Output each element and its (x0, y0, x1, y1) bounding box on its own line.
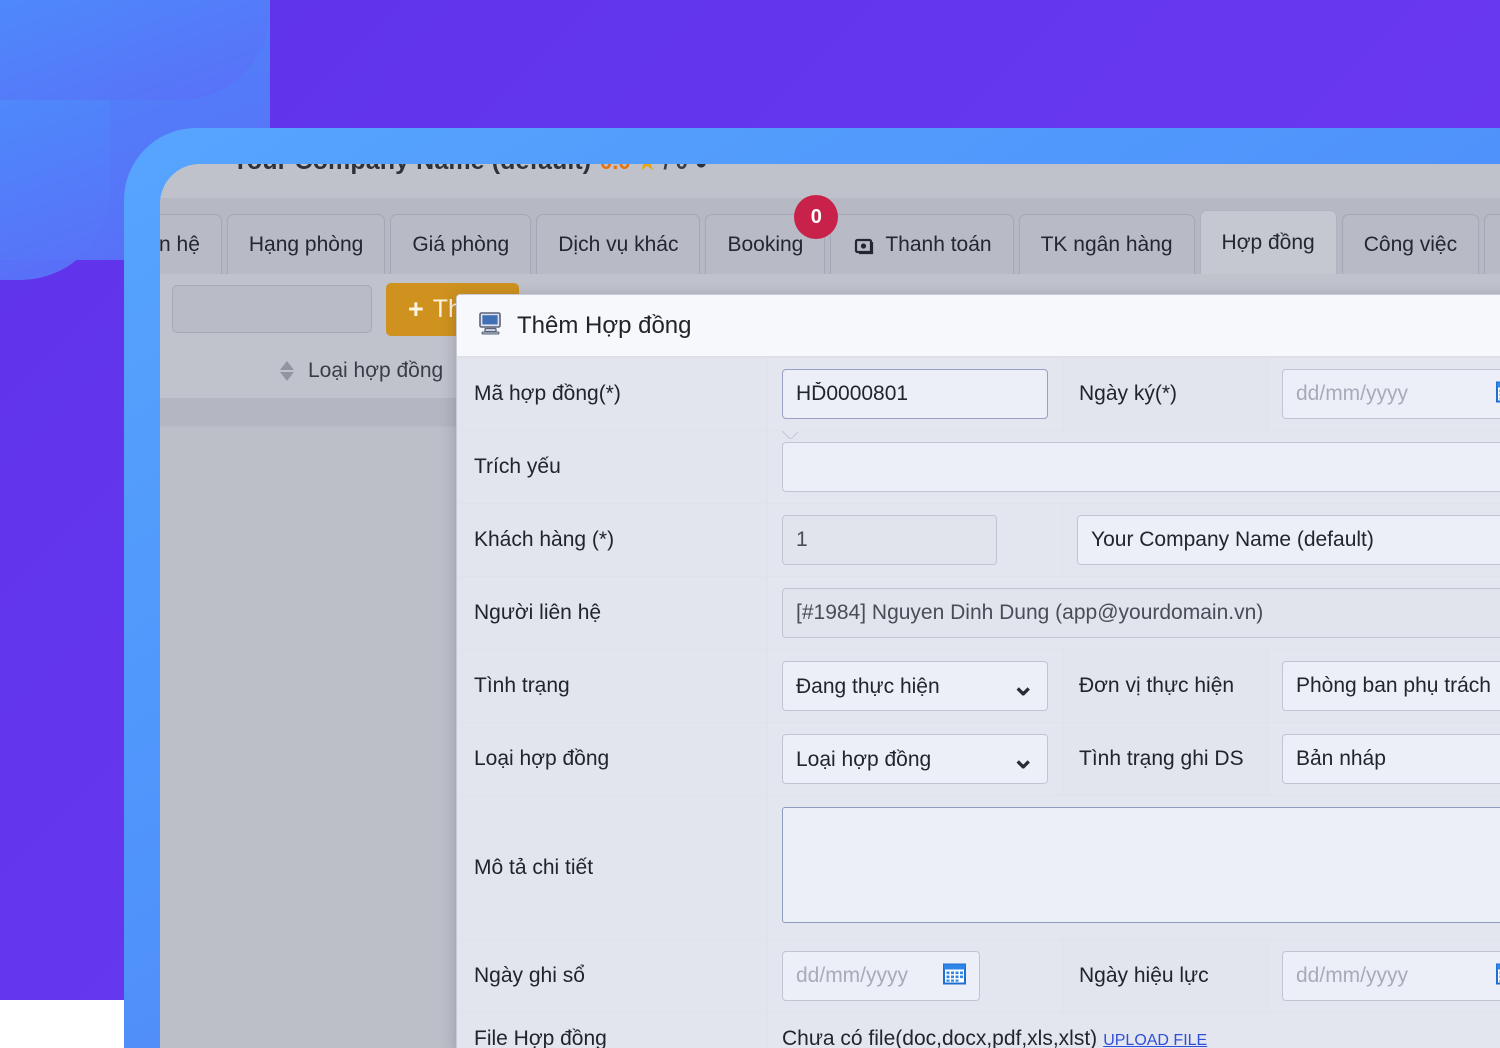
form-row-nguoi-lien-he: Người liên hệ (458, 577, 1500, 650)
payment-card-icon (852, 235, 876, 255)
sort-arrows-icon[interactable] (280, 361, 294, 381)
tab-hop-dong[interactable]: Hợp đồng (1200, 210, 1337, 274)
tab-tk-ngan-hang[interactable]: TK ngân hàng (1019, 214, 1195, 274)
tab-bar[interactable]: …n hệ Hạng phòng Giá phòng Dịch vụ khác … (160, 198, 1500, 274)
search-input[interactable] (172, 285, 372, 333)
cell-ngay-ghi-so (768, 940, 1063, 1013)
file-status-text: Chưa có file(doc,docx,pdf,xls,xlst) (782, 1027, 1097, 1048)
rating-value: 0.0 (600, 164, 631, 175)
ngay-hieu-luc-date-wrap (1282, 951, 1500, 1001)
form-row-file-hop-dong: File Hợp đồng Chưa có file(doc,docx,pdf,… (458, 1013, 1500, 1048)
cell-nguoi-lien-he (768, 577, 1500, 650)
app-screenshot-frame: Your Company Name (default) 0.0 ★ / 0 ● … (124, 128, 1500, 1048)
tab-label: Dịch vụ khác (558, 233, 678, 257)
form-row-trich-yeu: Trích yếu (458, 431, 1500, 504)
tinh-trang-ghi-ds-input[interactable] (1282, 734, 1500, 784)
tab-dich-vu-khac[interactable]: Dịch vụ khác (536, 214, 700, 274)
dialog-title: Thêm Hợp đồng (517, 312, 692, 340)
cell-khach-hang-name (1063, 504, 1500, 577)
cell-trich-yeu (768, 431, 1500, 504)
tab-label: Giá phòng (412, 233, 509, 257)
label-nguoi-lien-he: Người liên hệ (458, 577, 768, 650)
tinh-trang-select-wrap: Đang thực hiện ⌄ (782, 661, 1048, 711)
ngay-hieu-luc-input[interactable] (1282, 951, 1500, 1001)
ngay-ky-date-wrap (1282, 369, 1500, 419)
mo-ta-chi-tiet-textarea[interactable] (782, 807, 1500, 923)
cell-khach-hang-id (768, 504, 1063, 577)
form-row-loai-hop-dong: Loại hợp đồng Loại hợp đồng ⌄ Tình trạng… (458, 723, 1500, 796)
label-don-vi-thuc-hien: Đơn vị thực hiện (1063, 650, 1268, 723)
tab-booking[interactable]: Booking 0 (705, 214, 825, 274)
label-ma-hop-dong: Mã hợp đồng(*) (458, 358, 768, 431)
column-header-loai-hop-dong[interactable]: Loại hợp đồng (308, 359, 443, 383)
loai-hop-dong-select[interactable]: Loại hợp đồng (782, 734, 1048, 784)
tab-hang-phong[interactable]: Hạng phòng (227, 214, 385, 274)
ma-hop-dong-input[interactable] (782, 369, 1048, 419)
label-ngay-ghi-so: Ngày ghi sổ (458, 940, 768, 1013)
decorative-rounded-square-c (0, 0, 270, 100)
tab-label: Thanh toán (885, 233, 991, 257)
tab-label: TK ngân hàng (1041, 233, 1173, 257)
label-mo-ta-chi-tiet: Mô tả chi tiết (458, 796, 768, 940)
form-row-khach-hang: Khách hàng (*) (458, 504, 1500, 577)
cell-ngay-hieu-luc (1268, 940, 1500, 1013)
ngay-ky-input[interactable] (1282, 369, 1500, 419)
tab-lien-he[interactable]: …n hệ (160, 214, 222, 274)
cell-file-hop-dong: Chưa có file(doc,docx,pdf,xls,xlst) UPLOA… (768, 1013, 1500, 1048)
form-row-mo-ta-chi-tiet: Mô tả chi tiết (458, 796, 1500, 940)
app-header: Your Company Name (default) 0.0 ★ / 0 ● (160, 164, 1500, 198)
loai-hop-dong-select-wrap: Loại hợp đồng ⌄ (782, 734, 1048, 784)
cell-tinh-trang-ghi-ds (1268, 723, 1500, 796)
tab-label: Hợp đồng (1222, 231, 1315, 255)
label-ngay-ky: Ngày ký(*) (1063, 358, 1268, 431)
form-row-ma-hop-dong: Mã hợp đồng(*) Ngày ký(*) (458, 358, 1500, 431)
label-ngay-hieu-luc: Ngày hiệu lực (1063, 940, 1268, 1013)
tab-gia-phong[interactable]: Giá phòng (390, 214, 531, 274)
rating-count: / 0 (663, 164, 687, 175)
cell-loai-hop-dong: Loại hợp đồng ⌄ (768, 723, 1063, 796)
tinh-trang-select[interactable]: Đang thực hiện (782, 661, 1048, 711)
computer-icon (477, 311, 504, 340)
nguoi-lien-he-input[interactable] (782, 588, 1500, 638)
cell-mo-ta-chi-tiet (768, 796, 1500, 940)
cell-don-vi-thuc-hien (1268, 650, 1500, 723)
tab-label: Công việc (1364, 233, 1457, 257)
cell-ngay-ky (1268, 358, 1500, 431)
plus-icon: + (408, 294, 424, 325)
star-icon: ★ (638, 164, 657, 175)
khach-hang-id-input[interactable] (782, 515, 997, 565)
page-title: Your Company Name (default) (232, 164, 591, 176)
ngay-ghi-so-date-wrap (782, 951, 980, 1001)
field-notch (782, 430, 798, 439)
trich-yeu-input[interactable] (782, 442, 1500, 492)
user-icon: ● (695, 164, 708, 175)
cell-tinh-trang: Đang thực hiện ⌄ (768, 650, 1063, 723)
label-file-hop-dong: File Hợp đồng (458, 1013, 768, 1048)
label-tinh-trang-ghi-ds: Tình trạng ghi DS (1063, 723, 1268, 796)
ngay-ghi-so-input[interactable] (782, 951, 980, 1001)
label-trich-yeu: Trích yếu (458, 431, 768, 504)
dialog-titlebar: Thêm Hợp đồng (457, 295, 1500, 357)
khach-hang-name-input[interactable] (1077, 515, 1500, 565)
form-row-tinh-trang: Tình trạng Đang thực hiện ⌄ Đơn vị thực … (458, 650, 1500, 723)
label-loai-hop-dong: Loại hợp đồng (458, 723, 768, 796)
label-khach-hang: Khách hàng (*) (458, 504, 768, 577)
tab-thanh-toan[interactable]: Thanh toán (830, 214, 1013, 274)
tab-label: …n hệ (160, 233, 200, 257)
upload-file-link[interactable]: UPLOAD FILE (1103, 1032, 1207, 1048)
tab-lich-hen[interactable]: Lịch hẹn (1484, 214, 1500, 274)
contract-form: Mã hợp đồng(*) Ngày ký(*) (457, 357, 1500, 1048)
tab-cong-viec[interactable]: Công việc (1342, 214, 1479, 274)
don-vi-thuc-hien-input[interactable] (1282, 661, 1500, 711)
cell-ma-hop-dong (768, 358, 1063, 431)
tab-label: Booking (727, 233, 803, 257)
form-row-ngay-ghi-so: Ngày ghi sổ (458, 940, 1500, 1013)
label-tinh-trang: Tình trạng (458, 650, 768, 723)
app-window: Your Company Name (default) 0.0 ★ / 0 ● … (160, 164, 1500, 1048)
rating-block: 0.0 ★ / 0 ● (600, 164, 708, 175)
tab-label: Hạng phòng (249, 233, 363, 257)
add-contract-dialog: Thêm Hợp đồng Mã hợp đồng(*) Ngày ký (456, 294, 1500, 1048)
